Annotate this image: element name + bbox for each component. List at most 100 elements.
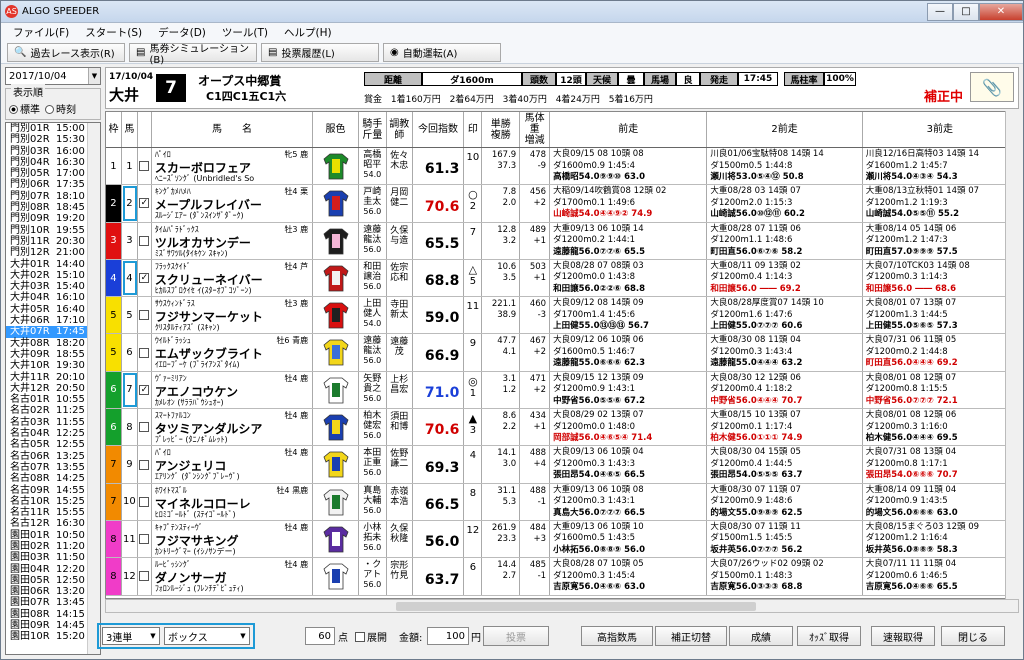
race-list-item[interactable]: 大井01R 14:40	[6, 259, 100, 270]
race-list-item[interactable]: 門別09R 19:20	[6, 213, 100, 224]
select-checkbox[interactable]: ✓	[138, 371, 152, 409]
col-jockey[interactable]: 騎手 斤量	[359, 112, 387, 147]
horse-info[interactable]: ｳﾞｧｰﾐﾘｱﾝ 牡4 鹿アエノコウケン ｶﾒﾚｵﾝ (ｻﾗﾗﾊﾞｳｼｭｵｰ)	[152, 371, 314, 409]
col-trainer[interactable]: 調教師	[387, 112, 413, 147]
prev-race-2[interactable]: 大重08/15 10 13頭 07 ダ1200m0.1 1:17:4 柏木健56.0…	[707, 409, 863, 446]
prev-race-2[interactable]: 大良08/30 12 12頭 06 ダ1200m0.4 1:18:2 中野省56.0…	[707, 371, 863, 409]
race-list-item[interactable]: 大井03R 15:40	[6, 281, 100, 292]
horse-info[interactable]: ｷﾝｸﾞｶﾒﾊﾒﾊ 牡4 栗メープルフレイバー ｽﾙｰｼﾞｴｱｰ (ﾀﾞﾝｽｲﾝｻﾞ…	[152, 185, 314, 222]
table-vertical-scrollbar[interactable]	[1005, 111, 1019, 599]
vote-button[interactable]: 投票	[483, 626, 549, 646]
prev-race-3[interactable]: 大良07/10TCK03 14頭 08 ダ1200m0.3 1:14:3 和田譲56…	[863, 259, 1018, 297]
race-list-item[interactable]: 園田01R 10:50	[6, 530, 100, 541]
race-list-item[interactable]: 門別08R 18:45	[6, 202, 100, 213]
prev-race-2[interactable]: 大重08/28 03 14頭 07 ダ1200m2.0 1:15:3 山崎誠56.0…	[707, 185, 863, 222]
table-row[interactable]: 1 1 ﾊﾟｲﾛ 牝5 鹿スカーボロフェア ﾍﾆｰｽﾞｿﾝｸﾞ (Unbridled's…	[106, 148, 1018, 186]
bet-type-select[interactable]: 3連単 ▼	[102, 627, 160, 645]
table-row[interactable]: 6 7 ✓ ｳﾞｧｰﾐﾘｱﾝ 牡4 鹿アエノコウケン ｶﾒﾚｵﾝ (ｻﾗﾗﾊﾞｳｼｭｵｰ)…	[106, 371, 1018, 410]
prev-race-3[interactable]: 大良07/31 08 13頭 04 ダ1200m0.8 1:17:1 張田昂54.0…	[863, 446, 1018, 483]
race-list-item[interactable]: 門別02R 15:30	[6, 134, 100, 145]
horse-info[interactable]: ﾀｲﾑﾊﾟﾗﾄﾞｯｸｽ 牡3 鹿ツルオカサンデー ﾐｽﾞｻﾜﾂﾙ(ﾀｲｷｹﾝ ｽｷｬ…	[152, 222, 314, 259]
race-list-item[interactable]: 門別04R 16:30	[6, 157, 100, 168]
past-race-button[interactable]: 🔍 過去レース表示(R)	[7, 43, 125, 62]
race-list-item[interactable]: 大井06R 17:10	[6, 315, 100, 326]
race-list-item[interactable]: 大井11R 20:10	[6, 372, 100, 383]
table-row[interactable]: 6 8 ｽﾏｰﾄﾌｧﾙｺﾝ 牡4 鹿タツミアンダルシア ﾌﾟﾚｯﾋﾞｰ (ﾀﾆﾉｷﾞﾑﾚ…	[106, 409, 1018, 447]
minimize-button[interactable]: —	[927, 2, 953, 21]
prev-race-3[interactable]: 大重08/14 09 11頭 04 ダ1200m0.9 1:43:5 的場文56.0…	[863, 483, 1018, 520]
select-checkbox[interactable]	[138, 297, 152, 334]
race-list-item[interactable]: 名古05R 12:55	[6, 439, 100, 450]
col-frame[interactable]: 枠	[106, 112, 122, 147]
race-list-item[interactable]: 門別01R 15:00	[6, 123, 100, 134]
select-checkbox[interactable]	[138, 558, 152, 595]
race-list-item[interactable]: 園田05R 12:50	[6, 575, 100, 586]
prev-race-1[interactable]: 大良09/13 06 10頭 04 ダ1200m0.3 1:43:3 張田昂54.0…	[550, 446, 708, 483]
table-horizontal-scrollbar[interactable]	[105, 599, 1019, 613]
select-checkbox[interactable]	[138, 222, 152, 259]
maximize-button[interactable]: □	[953, 2, 979, 21]
race-list-item[interactable]: 園田07R 13:45	[6, 597, 100, 608]
col-prev1[interactable]: 前走	[550, 112, 708, 147]
high-index-button[interactable]: 高指数馬	[581, 626, 653, 646]
table-row[interactable]: 5 5 ｻｳｽｳｨﾝﾄﾞﾗｽ 牡3 鹿フジサンマーケット ｸﾘｽﾀﾙﾃｨｱｽﾞ (ｽｷｬ…	[106, 297, 1018, 335]
prev-race-2[interactable]: 大良08/30 04 15頭 05 ダ1200m0.4 1:44:5 張田昂54.0…	[707, 446, 863, 483]
race-list-item[interactable]: 門別05R 17:00	[6, 168, 100, 179]
race-list-item[interactable]: 園田09R 14:45	[6, 620, 100, 631]
col-weight[interactable]: 馬体重 増減	[520, 112, 551, 147]
prev-race-3[interactable]: 大良08/01 08 12頭 06 ダ1200m0.3 1:16:0 柏木健56.0…	[863, 409, 1018, 446]
col-prev2[interactable]: 2前走	[707, 112, 863, 147]
prev-race-1[interactable]: 大良08/28 07 10頭 05 ダ1200m0.3 1:45:4 吉原寛56.0…	[550, 558, 708, 595]
prev-race-3[interactable]: 川良12/16日高特03 14頭 14 ダ1600m1.2 1:45:7 瀬川将54…	[863, 148, 1018, 185]
horse-info[interactable]: ｽﾏｰﾄﾌｧﾙｺﾝ 牡4 鹿タツミアンダルシア ﾌﾟﾚｯﾋﾞｰ (ﾀﾆﾉｷﾞﾑﾚｯﾄ…	[152, 409, 314, 446]
race-list-item[interactable]: 大井12R 20:50	[6, 383, 100, 394]
race-list-item[interactable]: 門別06R 17:35	[6, 179, 100, 190]
close-dialog-button[interactable]: 閉じる	[941, 626, 1005, 646]
bet-method-select[interactable]: ボックス ▼	[164, 627, 250, 645]
race-list-item[interactable]: 大井08R 18:20	[6, 338, 100, 349]
race-list-item[interactable]: 門別11R 20:30	[6, 236, 100, 247]
toggle-correction-button[interactable]: 補正切替	[655, 626, 727, 646]
race-list-item[interactable]: 名古11R 15:55	[6, 507, 100, 518]
race-list-item[interactable]: 名古03R 11:55	[6, 417, 100, 428]
race-list-item[interactable]: 大井07R 17:45	[6, 326, 100, 338]
select-checkbox[interactable]	[138, 334, 152, 371]
prev-race-1[interactable]: 大良09/12 06 10頭 06 ダ1600m0.5 1:46:7 遠藤龍55.0…	[550, 334, 708, 371]
race-list-item[interactable]: 園田08R 14:15	[6, 609, 100, 620]
horse-info[interactable]: ｳｲﾙﾄﾞﾗｯｼｭ 牡6 青鹿 エムザックブライト ｲｴﾛｰﾌﾞｰｹ (ﾌﾞﾗｲｱﾝｽ…	[152, 334, 314, 371]
prev-race-3[interactable]: 大良08/01 07 13頭 07 ダ1200m1.3 1:44:5 上田健55.0…	[863, 297, 1018, 334]
radio-standard[interactable]: 標準	[9, 101, 40, 116]
race-list-item[interactable]: 門別12R 21:00	[6, 247, 100, 258]
chevron-down-icon[interactable]: ▼	[88, 68, 100, 84]
race-list-item[interactable]: 園田04R 12:20	[6, 564, 100, 575]
amount-input[interactable]: 100	[427, 627, 469, 645]
race-list-scrollbar[interactable]	[87, 123, 100, 654]
horse-info[interactable]: ﾊﾟｲﾛ 牡4 鹿アンジェリコ ｴｱﾘﾝｸﾞ (ﾀﾞﾝｼﾝｸﾞﾌﾞﾚｰｳﾞ)	[152, 446, 314, 483]
get-odds-button[interactable]: ｵｯｽﾞ取得	[797, 626, 861, 646]
prev-race-2[interactable]: 大良08/28厚度賞07 14頭 10 ダ1200m1.6 1:47:6 上田健55…	[707, 297, 863, 334]
table-row[interactable]: 4 4 ✓ ﾌﾗｯｸｽｸｲﾄﾞ 牡4 芦スクリューネイバー ﾋｶﾙｽﾌﾟﾛｸｲｾ ｲ(ｽﾀ…	[106, 259, 1018, 298]
race-list-item[interactable]: 大井04R 16:10	[6, 292, 100, 303]
prev-race-3[interactable]: 大重08/13立秋特01 14頭 07 ダ1200m1.2 1:19:3 山崎誠54…	[863, 185, 1018, 222]
race-list-item[interactable]: 名古12R 16:30	[6, 518, 100, 529]
col-silks[interactable]: 服色	[313, 112, 359, 147]
table-row[interactable]: 5 6 ｳｲﾙﾄﾞﾗｯｼｭ 牡6 青鹿 エムザックブライト ｲｴﾛｰﾌﾞｰｹ (ﾌﾞﾗｲｱ…	[106, 334, 1018, 372]
menu-tool[interactable]: ツール(T)	[214, 25, 276, 40]
col-odds[interactable]: 単勝 複勝	[482, 112, 521, 147]
table-row[interactable]: 8 11 ｷｬﾌﾟﾃﾝｽﾃｨｰｳﾞ 牡4 鹿フジマサキング ｶﾝﾄﾘｰｸﾞﾏｰ (ｲｼﾉ…	[106, 520, 1018, 559]
race-list-item[interactable]: 名古02R 11:25	[6, 405, 100, 416]
radio-time[interactable]: 時刻	[45, 101, 76, 116]
menu-start[interactable]: スタート(S)	[77, 25, 150, 40]
col-horse-name[interactable]: 馬 名	[152, 112, 314, 147]
select-checkbox[interactable]	[138, 483, 152, 520]
select-checkbox[interactable]: ✓	[138, 259, 152, 297]
race-list-item[interactable]: 門別03R 16:00	[6, 146, 100, 157]
menu-file[interactable]: ファイル(F)	[5, 25, 77, 40]
race-list-item[interactable]: 門別10R 19:55	[6, 225, 100, 236]
prev-race-1[interactable]: 大良08/28 07 08頭 03 ダ1200m0.0 1:43:8 和田譲56.0…	[550, 259, 708, 297]
prev-race-1[interactable]: 大重09/13 06 10頭 08 ダ1200m0.3 1:43:1 真島大56.0…	[550, 483, 708, 520]
table-row[interactable]: 2 2 ✓ ｷﾝｸﾞｶﾒﾊﾒﾊ 牡4 栗メープルフレイバー ｽﾙｰｼﾞｴｱｰ (ﾀﾞﾝｽｲ…	[106, 185, 1018, 223]
select-checkbox[interactable]: ✓	[138, 185, 152, 222]
prev-race-3[interactable]: 大良07/11 11 11頭 04 ダ1200m0.6 1:46:5 吉原寛56.0…	[863, 558, 1018, 595]
prev-race-2[interactable]: 大重08/11 09 13頭 02 ダ1200m0.4 1:14:3 和田譲56.0…	[707, 259, 863, 297]
